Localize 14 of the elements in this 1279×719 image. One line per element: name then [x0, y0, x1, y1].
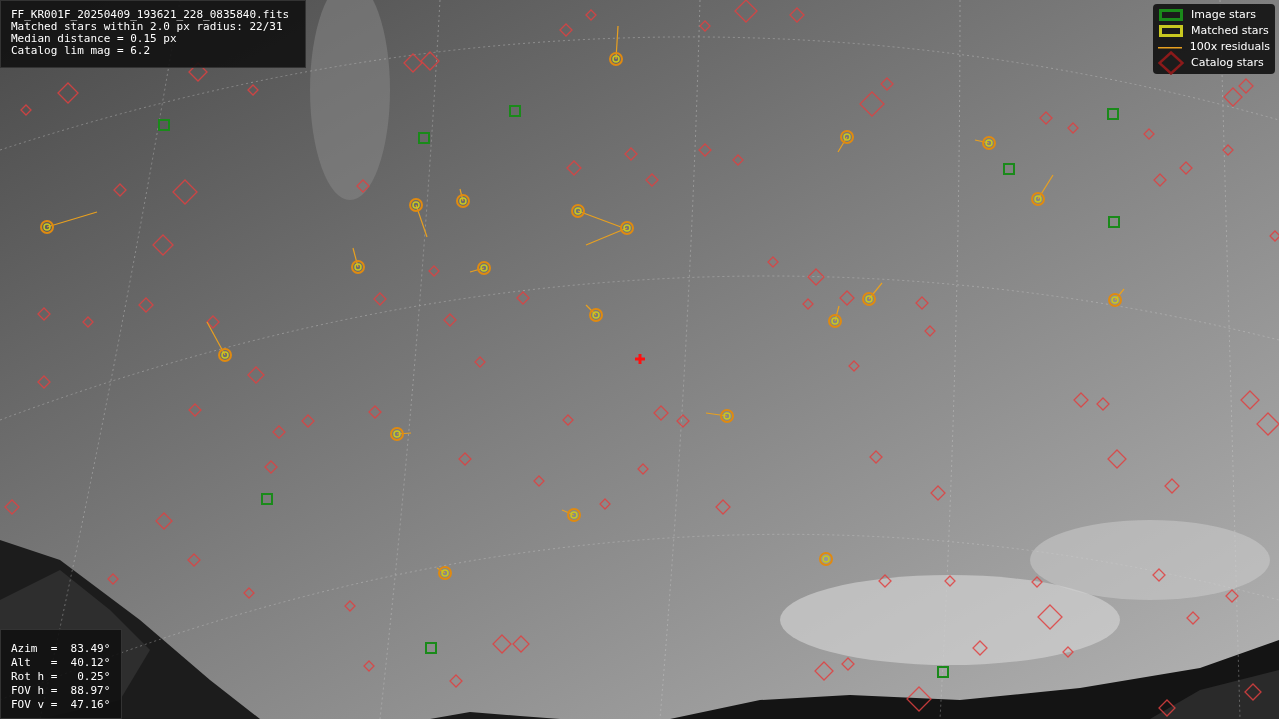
legend-label: 100x residuals — [1189, 38, 1270, 55]
legend-label: Catalog stars — [1191, 54, 1264, 71]
info-line: Matched stars within 2.0 px radius: 22/31 — [11, 21, 283, 33]
info-line: Catalog lim mag = 6.2 — [11, 45, 152, 57]
pointing-line: Alt = 40.12° — [11, 656, 111, 670]
legend-label: Image stars — [1191, 6, 1256, 23]
center-cross-icon — [633, 352, 647, 366]
pointing-line: Rot h = 0.25° — [11, 670, 111, 684]
legend-label: Matched stars — [1191, 22, 1269, 39]
pointing-line: FOV v = 47.16° — [11, 698, 111, 712]
pointing-line: Azim = 83.49° — [11, 642, 111, 656]
info-line: FF_KR001F_20250409_193621_228_0835840.fits — [11, 9, 291, 21]
info-line: Median distance = 0.15 px — [11, 33, 178, 45]
pointing-line: FOV h = 88.97° — [11, 684, 111, 698]
